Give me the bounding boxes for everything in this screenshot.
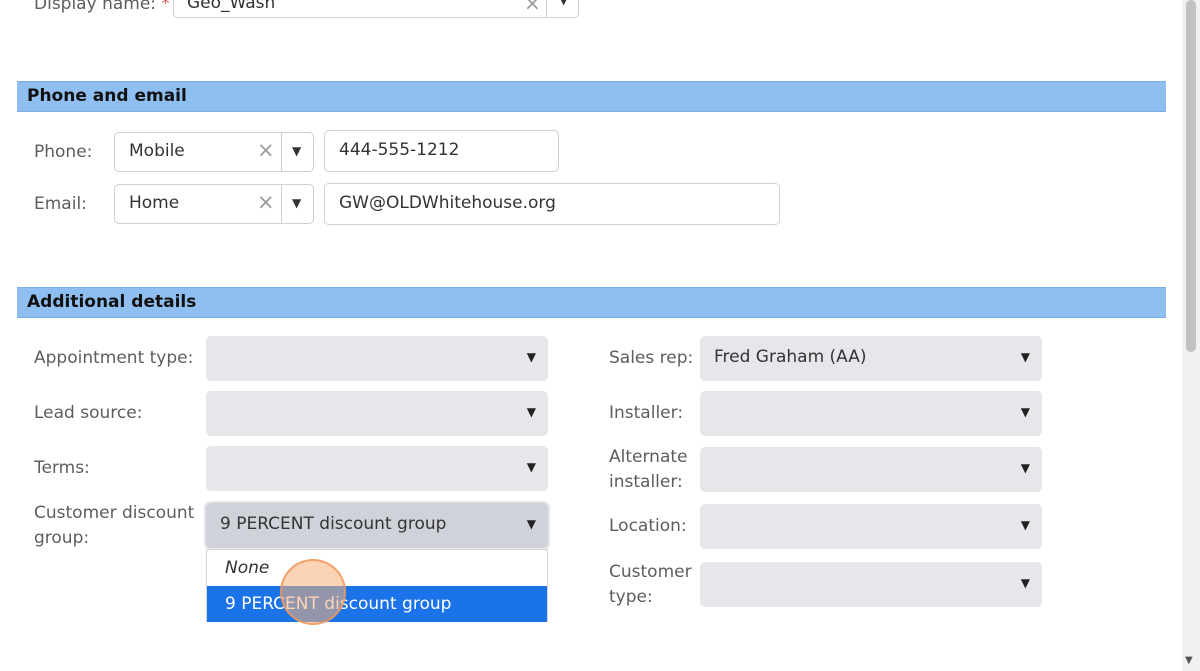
chevron-down-icon: ▼ xyxy=(1020,461,1030,475)
terms-select[interactable]: ▼ xyxy=(206,446,548,491)
email-type-value: Home xyxy=(129,193,180,213)
dropdown-option-none[interactable]: None xyxy=(207,550,547,586)
location-label: Location: xyxy=(609,516,687,536)
phone-type-combo[interactable]: Mobile × ▼ xyxy=(114,132,314,172)
display-name-label: Display name: * xyxy=(34,0,170,17)
email-type-combo[interactable]: Home × ▼ xyxy=(114,184,314,224)
clear-icon[interactable]: × xyxy=(524,0,541,15)
customer-type-label: Customer type: xyxy=(609,562,692,607)
appointment-type-select[interactable]: ▼ xyxy=(206,336,548,381)
display-name-value: Geo_Wash xyxy=(187,0,276,13)
discount-group-dropdown: None 9 PERCENT discount group xyxy=(206,549,548,622)
dropdown-option-9-percent[interactable]: 9 PERCENT discount group xyxy=(207,586,547,622)
customer-discount-group-select[interactable]: 9 PERCENT discount group ▼ xyxy=(206,503,548,548)
clear-icon[interactable]: × xyxy=(257,190,275,214)
chevron-down-icon: ▼ xyxy=(1020,405,1030,419)
chevron-down-icon: ▼ xyxy=(526,460,536,474)
required-mark: * xyxy=(161,0,170,14)
chevron-down-icon: ▼ xyxy=(1020,576,1030,590)
section-header-additional-details: Additional details xyxy=(17,287,1166,318)
phone-number-input[interactable]: 444-555-1212 xyxy=(324,130,559,172)
customer-discount-group-label: Customer discount group: xyxy=(34,503,195,548)
chevron-down-icon: ▼ xyxy=(526,517,536,531)
chevron-down-icon[interactable]: ▼ xyxy=(292,144,301,158)
sales-rep-value: Fred Graham (AA) xyxy=(714,347,867,367)
chevron-down-icon[interactable]: ▼ xyxy=(292,196,301,210)
alternate-installer-select[interactable]: ▼ xyxy=(700,447,1042,492)
chevron-down-icon: ▼ xyxy=(1020,518,1030,532)
alternate-installer-label: Alternate installer: xyxy=(609,447,688,492)
clear-icon[interactable]: × xyxy=(257,138,275,162)
appointment-type-label: Appointment type: xyxy=(34,348,194,368)
sales-rep-select[interactable]: Fred Graham (AA) ▼ xyxy=(700,336,1042,381)
email-input[interactable]: GW@OLDWhitehouse.org xyxy=(324,183,780,225)
chevron-down-icon: ▼ xyxy=(526,405,536,419)
lead-source-label: Lead source: xyxy=(34,403,143,423)
location-select[interactable]: ▼ xyxy=(700,504,1042,549)
terms-label: Terms: xyxy=(34,458,90,478)
phone-label: Phone: xyxy=(34,142,93,162)
chevron-down-icon[interactable]: ▼ xyxy=(559,0,568,7)
section-header-phone-email: Phone and email xyxy=(17,81,1166,112)
installer-select[interactable]: ▼ xyxy=(700,391,1042,436)
customer-type-select[interactable]: ▼ xyxy=(700,562,1042,607)
chevron-down-icon: ▼ xyxy=(1020,350,1030,364)
email-label: Email: xyxy=(34,194,87,214)
scroll-down-icon[interactable]: ▼ xyxy=(1185,655,1193,666)
lead-source-select[interactable]: ▼ xyxy=(206,391,548,436)
customer-discount-group-value: 9 PERCENT discount group xyxy=(220,514,447,534)
installer-label: Installer: xyxy=(609,403,684,423)
divider xyxy=(281,133,282,171)
chevron-down-icon: ▼ xyxy=(526,350,536,364)
divider xyxy=(546,0,547,17)
sales-rep-label: Sales rep: xyxy=(609,348,694,368)
divider xyxy=(281,185,282,223)
display-name-combo[interactable]: Geo_Wash × ▼ xyxy=(173,0,579,18)
scrollbar-thumb[interactable] xyxy=(1186,0,1196,352)
phone-type-value: Mobile xyxy=(129,141,185,161)
